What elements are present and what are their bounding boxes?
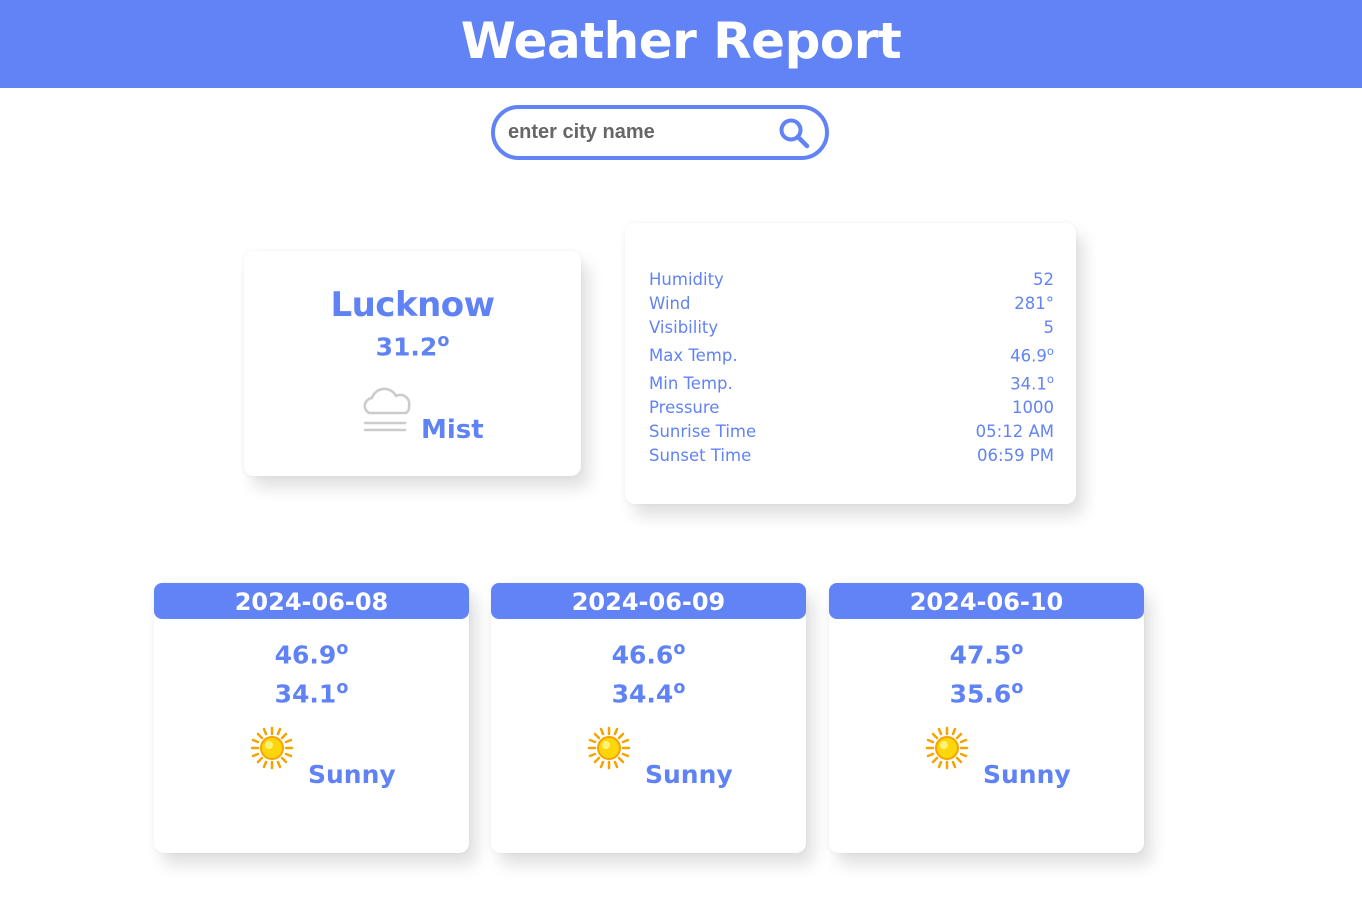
detail-max-temp: Max Temp. 46.9o xyxy=(649,343,1054,366)
detail-pressure: Pressure 1000 xyxy=(649,398,1054,417)
forecast-condition: Sunny xyxy=(645,760,733,789)
search-button[interactable] xyxy=(777,116,811,150)
forecast-max-temp: 46.9o xyxy=(274,639,349,670)
forecast-date: 2024-06-10 xyxy=(829,583,1144,619)
search-icon xyxy=(779,118,810,148)
forecast-condition: Sunny xyxy=(308,760,396,789)
current-temperature: 31.2o xyxy=(375,331,450,362)
city-name: Lucknow xyxy=(330,285,495,325)
forecast-card: 2024-06-08 46.9o 34.1o Sunny xyxy=(154,583,469,853)
search-input[interactable] xyxy=(508,121,777,144)
current-weather-card: Lucknow 31.2o Mist xyxy=(244,251,581,476)
search-bar xyxy=(491,105,829,160)
forecast-date: 2024-06-08 xyxy=(154,583,469,619)
forecast-min-temp: 34.1o xyxy=(274,678,349,709)
condition-text: Mist xyxy=(421,415,484,445)
detail-visibility: Visibility 5 xyxy=(649,318,1054,337)
app-header: Weather Report xyxy=(0,0,1362,88)
forecast-min-temp: 34.4o xyxy=(611,678,686,709)
details-card: Humidity 52 Wind 281° Visibility 5 Max Temp… xyxy=(625,223,1076,504)
forecast-max-temp: 46.6o xyxy=(611,639,686,670)
sun-icon xyxy=(925,726,969,770)
detail-min-temp: Min Temp. 34.1o xyxy=(649,371,1054,394)
detail-humidity: Humidity 52 xyxy=(649,270,1054,289)
detail-sunrise: Sunrise Time 05:12 AM xyxy=(649,422,1054,441)
forecast-card: 2024-06-09 46.6o 34.4o Sunny xyxy=(491,583,806,853)
detail-wind: Wind 281° xyxy=(649,294,1054,313)
sun-icon xyxy=(250,726,294,770)
forecast-condition: Sunny xyxy=(983,760,1071,789)
mist-icon xyxy=(363,387,411,432)
detail-sunset: Sunset Time 06:59 PM xyxy=(649,446,1054,465)
forecast-max-temp: 47.5o xyxy=(949,639,1024,670)
forecast-card: 2024-06-10 47.5o 35.6o Sunny xyxy=(829,583,1144,853)
condition-row: Mist xyxy=(244,385,581,445)
forecast-date: 2024-06-09 xyxy=(491,583,806,619)
forecast-min-temp: 35.6o xyxy=(949,678,1024,709)
page-title: Weather Report xyxy=(460,12,902,70)
sun-icon xyxy=(587,726,631,770)
